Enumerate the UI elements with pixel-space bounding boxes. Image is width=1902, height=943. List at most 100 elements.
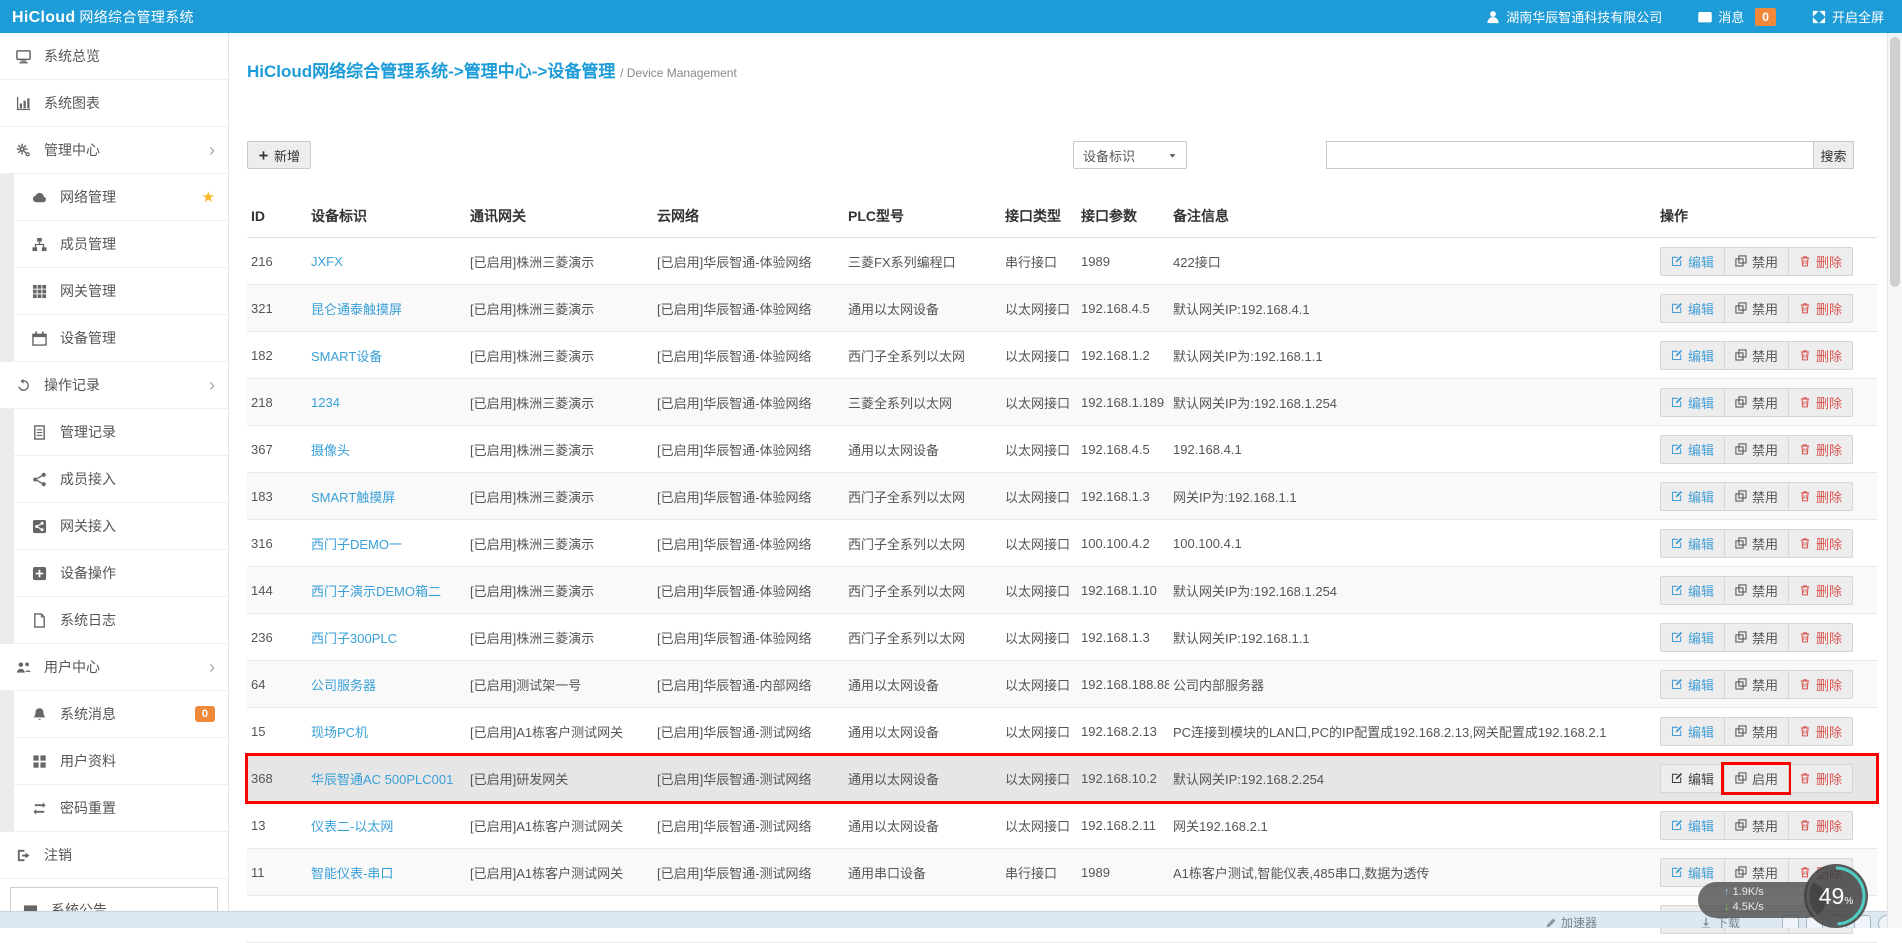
sidebar-item[interactable]: 系统消息 0 [0, 691, 228, 738]
device-link[interactable]: 西门子300PLC [311, 631, 397, 646]
cell-id: 316 [247, 520, 307, 567]
sidebar-item[interactable]: 用户中心 › [0, 644, 228, 691]
account-menu[interactable]: 湖南华辰智通科技有限公司 [1486, 7, 1662, 26]
toggle-enable-button[interactable]: 禁用 [1724, 483, 1788, 510]
add-device-button[interactable]: 新增 [247, 141, 311, 169]
delete-button[interactable]: 删除 [1788, 671, 1852, 698]
sidebar-item[interactable]: 设备管理 [0, 315, 228, 362]
toggle-enable-button[interactable]: 禁用 [1724, 389, 1788, 416]
delete-button[interactable]: 删除 [1788, 530, 1852, 557]
table-row: 236 西门子300PLC [已启用]株洲三菱演示 [已启用]华辰智通-体验网络… [247, 614, 1877, 661]
edit-button[interactable]: 编辑 [1661, 718, 1724, 745]
edit-button[interactable]: 编辑 [1661, 389, 1724, 416]
progress-gauge-overlay[interactable]: 49 % [1804, 864, 1868, 928]
sidebar-item[interactable]: 系统日志 [0, 597, 228, 644]
sidebar-item[interactable]: 网关接入 [0, 503, 228, 550]
column-header: 云网络 [653, 195, 844, 238]
toggle-enable-button[interactable]: 禁用 [1724, 248, 1788, 275]
edit-button[interactable]: 编辑 [1661, 436, 1724, 463]
edit-button[interactable]: 编辑 [1661, 295, 1724, 322]
cell-id: 367 [247, 426, 307, 473]
sidebar-item[interactable]: 密码重置 [0, 785, 228, 832]
trash-icon [1799, 302, 1811, 314]
delete-button[interactable]: 删除 [1788, 718, 1852, 745]
toggle-enable-button[interactable]: 禁用 [1724, 436, 1788, 463]
sidebar-item[interactable]: 注销 [0, 832, 228, 879]
toggle-enable-button[interactable]: 禁用 [1724, 342, 1788, 369]
accelerator-item[interactable]: 加速器 [1545, 914, 1597, 928]
device-link[interactable]: 仪表二-以太网 [311, 819, 393, 834]
device-link[interactable]: 智能仪表-串口 [311, 866, 393, 881]
bar-chart-icon [16, 96, 38, 111]
vertical-scrollbar[interactable] [1887, 33, 1902, 928]
edit-icon [1671, 584, 1683, 596]
edit-button[interactable]: 编辑 [1661, 812, 1724, 839]
filter-field-select[interactable]: 设备标识 [1073, 141, 1187, 169]
sidebar-item[interactable]: 操作记录 › [0, 362, 228, 409]
cell-id: 144 [247, 567, 307, 614]
edit-button[interactable]: 编辑 [1661, 671, 1724, 698]
sidebar-item[interactable]: 成员管理 [0, 221, 228, 268]
device-link[interactable]: 西门子演示DEMO箱二 [311, 584, 441, 599]
delete-button[interactable]: 删除 [1788, 389, 1852, 416]
delete-button[interactable]: 删除 [1788, 342, 1852, 369]
cell-note: 默认网关IP为:192.168.1.254 [1169, 567, 1656, 614]
trash-icon [1799, 255, 1811, 267]
edit-button[interactable]: 编辑 [1661, 248, 1724, 275]
sidebar-item[interactable]: 系统总览 [0, 33, 228, 80]
edit-button[interactable]: 编辑 [1661, 624, 1724, 651]
delete-button[interactable]: 删除 [1788, 295, 1852, 322]
device-link[interactable]: 摄像头 [311, 443, 350, 458]
cell-note: 网关IP为:192.168.1.1 [1169, 473, 1656, 520]
sidebar-item[interactable]: 设备操作 [0, 550, 228, 597]
device-link[interactable]: SMART设备 [311, 349, 382, 364]
delete-button[interactable]: 删除 [1788, 436, 1852, 463]
device-link[interactable]: 1234 [311, 395, 340, 410]
top-navbar: HiCloud网络综合管理系统 湖南华辰智通科技有限公司 消息 0 开启全屏 [0, 0, 1902, 33]
delete-button[interactable]: 删除 [1788, 812, 1852, 839]
sidebar-item[interactable]: 成员接入 [0, 456, 228, 503]
sidebar-item[interactable]: 网关管理 [0, 268, 228, 315]
edit-button[interactable]: 编辑 [1661, 530, 1724, 557]
edit-button[interactable]: 编辑 [1661, 483, 1724, 510]
toggle-enable-button[interactable]: 禁用 [1724, 671, 1788, 698]
delete-button[interactable]: 删除 [1788, 765, 1852, 792]
device-link[interactable]: SMART触摸屏 [311, 490, 395, 505]
sidebar-item[interactable]: 系统图表 [0, 80, 228, 127]
cell-note: A1栋客户测试,智能仪表,485串口,数据为透传 [1169, 849, 1656, 896]
toggle-enable-button[interactable]: 禁用 [1724, 577, 1788, 604]
device-link[interactable]: 现场PC机 [311, 725, 368, 740]
edit-button[interactable]: 编辑 [1661, 765, 1724, 792]
device-link[interactable]: 西门子DEMO一 [311, 537, 402, 552]
delete-button[interactable]: 删除 [1788, 483, 1852, 510]
sidebar-item[interactable]: 管理记录 [0, 409, 228, 456]
sidebar-item[interactable]: 用户资料 [0, 738, 228, 785]
device-link[interactable]: 华辰智通AC 500PLC001 [311, 772, 453, 787]
device-link[interactable]: JXFX [311, 254, 343, 269]
delete-button[interactable]: 删除 [1788, 248, 1852, 275]
toggle-enable-button[interactable]: 禁用 [1724, 530, 1788, 557]
scrollbar-thumb[interactable] [1890, 37, 1900, 287]
toggle-enable-button[interactable]: 禁用 [1724, 812, 1788, 839]
toggle-enable-button[interactable]: 禁用 [1724, 295, 1788, 322]
sidebar-item[interactable]: 管理中心 › [0, 127, 228, 174]
messages-button[interactable]: 消息 0 [1698, 7, 1776, 26]
edit-button[interactable]: 编辑 [1661, 577, 1724, 604]
cell-id: 321 [247, 285, 307, 332]
edit-button[interactable]: 编辑 [1661, 342, 1724, 369]
delete-button[interactable]: 删除 [1788, 624, 1852, 651]
toggle-enable-button[interactable]: 禁用 [1724, 624, 1788, 651]
device-link[interactable]: 公司服务器 [311, 678, 376, 693]
search-input[interactable] [1326, 141, 1814, 169]
sidebar-item[interactable]: 网络管理 ★ [0, 174, 228, 221]
toggle-enable-button[interactable]: 启用 [1724, 765, 1788, 792]
row-actions: 编辑 禁用 删除 [1660, 623, 1853, 652]
device-link[interactable]: 昆仑通泰触摸屏 [311, 302, 402, 317]
delete-button[interactable]: 删除 [1788, 577, 1852, 604]
search-button[interactable]: 搜索 [1814, 141, 1854, 169]
cell-gateway: [已启用]株洲三菱演示 [466, 614, 653, 661]
fullscreen-button[interactable]: 开启全屏 [1812, 7, 1884, 26]
edit-icon [1671, 349, 1683, 361]
cell-network: [已启用]华辰智通-体验网络 [653, 238, 844, 285]
toggle-enable-button[interactable]: 禁用 [1724, 718, 1788, 745]
